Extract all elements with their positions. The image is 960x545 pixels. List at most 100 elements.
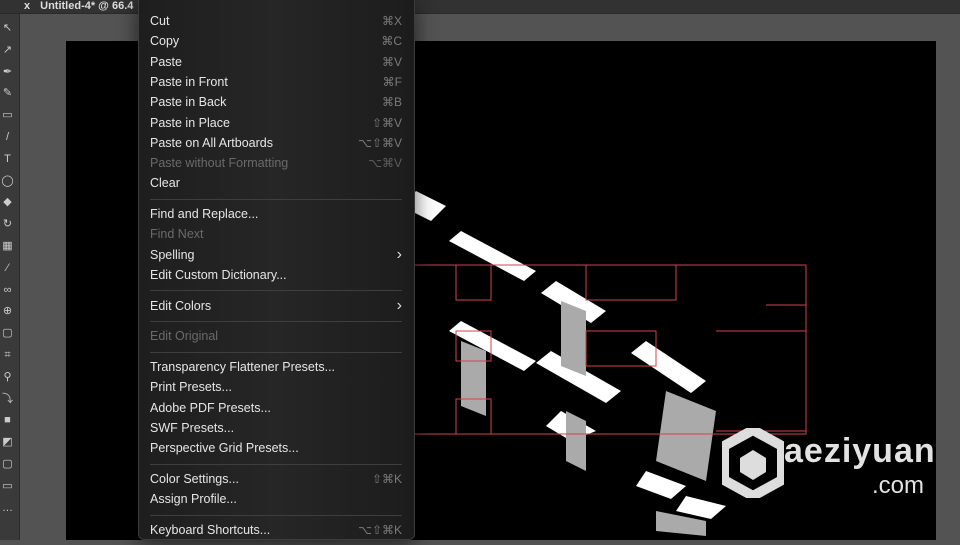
blend-tool-icon[interactable]: ∞: [1, 284, 14, 296]
rotate-tool-icon[interactable]: ↻: [1, 218, 14, 230]
menu-separator: [150, 321, 402, 322]
menu-item-label: Paste in Place: [150, 115, 230, 130]
menu-item-paste-without-formatting: Paste without Formatting ⌥⌘V: [150, 153, 402, 173]
fill-stroke-icon[interactable]: ■: [1, 414, 14, 426]
menu-item-label: Assign Profile...: [150, 492, 237, 507]
curvature-tool-icon[interactable]: ✎: [1, 87, 14, 99]
menu-item-color-settings[interactable]: Color Settings... ⇧⌘K: [150, 469, 402, 489]
artboard-tool-icon[interactable]: ▢: [1, 327, 14, 339]
menu-item-label: Paste in Front: [150, 74, 228, 89]
menu-item-label: Edit Original: [150, 329, 219, 344]
selection-tool-icon[interactable]: ↖: [1, 22, 14, 34]
menu-item-label: Edit Custom Dictionary...: [150, 268, 287, 282]
menu-item-copy[interactable]: Copy ⌘C: [150, 31, 402, 51]
watermark-domain: .com: [872, 472, 925, 499]
ellipse-tool-icon[interactable]: ◯: [1, 175, 14, 187]
close-tab-icon[interactable]: x: [24, 0, 30, 12]
menu-item-spelling[interactable]: Spelling ›: [150, 245, 402, 265]
menu-item-paste-in-back[interactable]: Paste in Back ⌘B: [150, 92, 402, 112]
menu-item-find-and-replace[interactable]: Find and Replace...: [150, 204, 402, 224]
shortcut-label: ⌘C: [381, 34, 402, 49]
menu-item-edit-colors[interactable]: Edit Colors ›: [150, 296, 402, 316]
menu-item-label: Transparency Flattener Presets...: [150, 360, 336, 375]
eyedropper-tool-icon[interactable]: ⁄: [1, 262, 14, 274]
menu-item-print-presets[interactable]: Print Presets...: [150, 377, 402, 397]
menu-item-label: SWF Presets...: [150, 421, 235, 435]
shortcut-label: ⌘X: [381, 14, 402, 28]
menu-item-cut[interactable]: Cut ⌘X: [150, 11, 402, 31]
menu-item-label: Keyboard Shortcuts...: [150, 523, 271, 537]
slice-tool-icon[interactable]: ⌗: [1, 349, 14, 361]
swap-colors-icon[interactable]: ⤵: [1, 393, 14, 405]
menu-separator: [150, 351, 402, 353]
shortcut-label: ⌘B: [381, 95, 402, 110]
menu-item-clear[interactable]: Clear: [150, 173, 402, 193]
menu-item-label: Paste: [150, 54, 182, 69]
shortcut-label: ⇧⌘K: [371, 472, 402, 486]
menu-item-swf-presets[interactable]: SWF Presets...: [150, 418, 402, 438]
art-shape: [631, 341, 706, 393]
watermark: aeziyuan .com: [719, 424, 935, 503]
shortcut-label: ⌥⇧⌘V: [358, 135, 402, 150]
menu-item-keyboard-shortcuts[interactable]: Keyboard Shortcuts... ⌥⇧⌘K: [150, 520, 402, 540]
direct-selection-tool-icon[interactable]: ↗: [1, 44, 14, 56]
color-modes-icon[interactable]: ◩: [1, 436, 14, 448]
menu-item-paste-on-all-artboards[interactable]: Paste on All Artboards ⌥⇧⌘V: [150, 133, 402, 153]
zoom-tool-icon[interactable]: ⚲: [1, 371, 14, 383]
menu-item-edit-original: Edit Original: [150, 326, 402, 346]
type-tool-icon[interactable]: T: [1, 153, 14, 165]
menu-item-label: Adobe PDF Presets...: [150, 400, 271, 415]
art-shape: [461, 341, 486, 416]
eraser-tool-icon[interactable]: ◆: [1, 196, 14, 208]
menu-item-edit-custom-dictionary[interactable]: Edit Custom Dictionary...: [150, 265, 402, 285]
menu-item-paste[interactable]: Paste ⌘V: [150, 52, 402, 72]
rectangle-tool-icon[interactable]: ▭: [1, 109, 14, 121]
gradient-tool-icon[interactable]: ▦: [1, 240, 14, 252]
menu-item-label: Find Next: [150, 227, 204, 242]
more-tools-icon[interactable]: …: [1, 502, 14, 514]
screen-mode-icon[interactable]: ▭: [1, 480, 14, 492]
chevron-right-icon: ›: [396, 245, 402, 263]
menu-item-label: Copy: [150, 34, 180, 49]
drawing-modes-icon[interactable]: ▢: [1, 458, 14, 470]
shortcut-label: ⌘F: [382, 74, 402, 89]
menu-item-perspective-grid-presets[interactable]: Perspective Grid Presets...: [150, 438, 402, 458]
menu-item-label: Edit Colors: [150, 298, 212, 313]
menu-item-label: Find and Replace...: [150, 207, 259, 222]
menu-item-label: Clear: [150, 176, 180, 191]
art-shape: [656, 391, 716, 481]
menu-separator: [150, 198, 402, 200]
chevron-right-icon: ›: [396, 296, 402, 314]
menu-item-label: Print Presets...: [150, 380, 232, 395]
menu-separator: [150, 463, 402, 465]
menu-item-adobe-pdf-presets[interactable]: Adobe PDF Presets...: [150, 398, 402, 418]
tools-panel: ↖ ↗ ✒ ✎ ▭ / T ◯ ◆ ↻ ▦ ⁄ ∞ ⊕ ▢ ⌗ ⚲ ⤵ ■ ◩ ▢ ▭ …: [0, 14, 20, 540]
watermark-text: aeziyuan: [784, 432, 936, 470]
edit-menu: Cut ⌘X Copy ⌘C Paste ⌘V Paste in Front ⌘F Paste …: [138, 0, 415, 540]
menu-item-paste-in-front[interactable]: Paste in Front ⌘F: [150, 72, 402, 92]
watermark-logo: [719, 424, 787, 502]
art-shape: [676, 496, 726, 519]
menu-item-label: Spelling: [150, 247, 195, 262]
shortcut-label: ⌘V: [381, 54, 402, 69]
shortcut-label: ⇧⌘V: [371, 115, 402, 130]
document-tab[interactable]: x Untitled-4* @ 66.4: [24, 0, 133, 14]
art-shape: [561, 301, 586, 376]
menu-item-label: Cut: [150, 14, 170, 28]
menu-item-transparency-flattener-presets[interactable]: Transparency Flattener Presets...: [150, 357, 402, 377]
paintbrush-tool-icon[interactable]: /: [1, 131, 14, 143]
menu-item-label: Paste without Formatting: [150, 156, 289, 171]
pen-tool-icon[interactable]: ✒: [1, 66, 14, 78]
menu-item-label: Paste on All Artboards: [150, 135, 273, 150]
menu-item-label: Paste in Back: [150, 95, 227, 110]
menu-item-label: Perspective Grid Presets...: [150, 441, 299, 456]
menu-separator: [150, 514, 402, 516]
shape-builder-tool-icon[interactable]: ⊕: [1, 305, 14, 317]
menu-item-paste-in-place[interactable]: Paste in Place ⇧⌘V: [150, 113, 402, 133]
art-shape: [636, 471, 686, 499]
menu-item-find-next: Find Next: [150, 224, 402, 244]
shortcut-label: ⌥⌘V: [368, 156, 402, 171]
menu-item-assign-profile[interactable]: Assign Profile...: [150, 489, 402, 509]
art-shape: [449, 231, 536, 281]
menu-separator: [150, 290, 402, 292]
